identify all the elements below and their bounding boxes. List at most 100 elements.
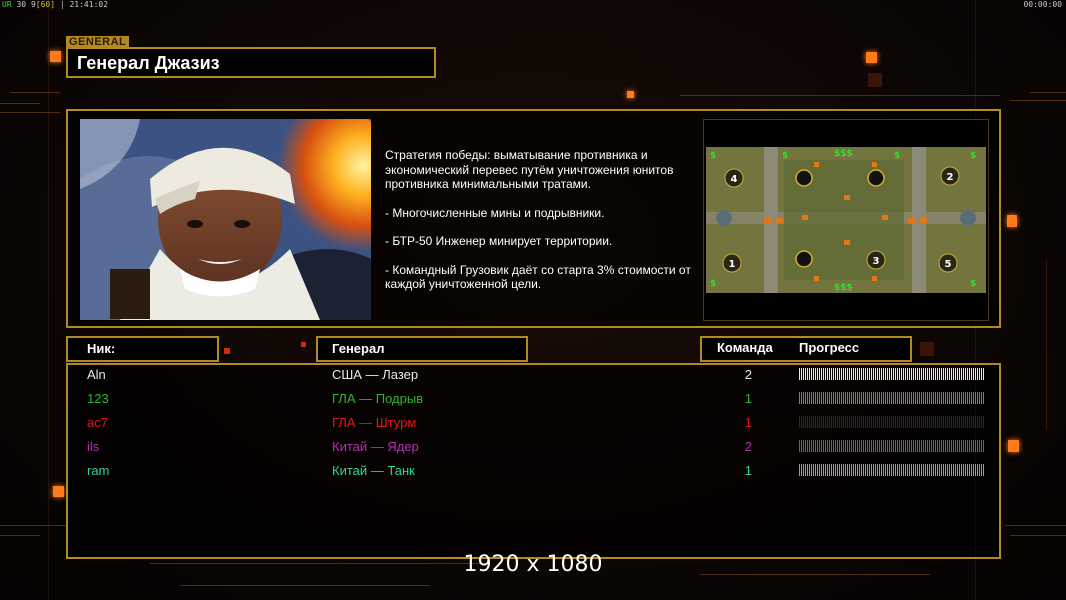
player-row: ram Китай — Танк 1	[0, 460, 1066, 484]
progress-stripe	[937, 440, 938, 452]
progress-stripe	[855, 392, 856, 404]
money-label: $	[710, 151, 716, 161]
progress-stripe	[927, 464, 928, 476]
progress-bar	[799, 392, 984, 404]
progress-stripe	[807, 440, 808, 452]
progress-stripe	[819, 440, 820, 452]
progress-stripe	[825, 368, 826, 380]
progress-stripe	[871, 464, 872, 476]
progress-stripe	[815, 464, 816, 476]
progress-stripe	[905, 464, 906, 476]
progress-stripe	[891, 464, 892, 476]
deco-square	[53, 486, 64, 497]
progress-stripe	[825, 416, 826, 428]
progress-stripe	[885, 440, 886, 452]
progress-stripe	[981, 416, 982, 428]
progress-stripe	[943, 416, 944, 428]
spawn-number: 4	[731, 174, 738, 185]
progress-stripe	[913, 392, 914, 404]
progress-stripe	[835, 464, 836, 476]
progress-stripe	[913, 440, 914, 452]
progress-stripe	[831, 440, 832, 452]
progress-stripe	[899, 392, 900, 404]
progress-stripe	[931, 368, 932, 380]
progress-stripe	[963, 440, 964, 452]
deco-line	[0, 112, 60, 113]
progress-stripe	[981, 368, 982, 380]
progress-stripe	[947, 392, 948, 404]
progress-stripe	[817, 440, 818, 452]
progress-stripe	[841, 392, 842, 404]
progress-stripe	[831, 464, 832, 476]
progress-stripe	[817, 416, 818, 428]
progress-stripe	[873, 368, 874, 380]
deco-line	[1030, 92, 1066, 93]
player-row: 123 ГЛА — Подрыв 1	[0, 388, 1066, 412]
progress-stripe	[809, 368, 810, 380]
progress-stripe	[827, 392, 828, 404]
player-general: Китай — Танк	[332, 463, 415, 478]
progress-stripe	[829, 368, 830, 380]
progress-stripe	[981, 464, 982, 476]
progress-stripe	[865, 416, 866, 428]
deco-line	[1010, 535, 1066, 536]
progress-stripe	[799, 440, 800, 452]
progress-stripe	[851, 440, 852, 452]
progress-stripe	[847, 392, 848, 404]
progress-stripe	[891, 440, 892, 452]
progress-stripe	[863, 440, 864, 452]
progress-stripe	[813, 392, 814, 404]
progress-stripe	[839, 368, 840, 380]
progress-stripe	[823, 368, 824, 380]
progress-stripe	[825, 392, 826, 404]
progress-stripe	[893, 368, 894, 380]
progress-stripe	[927, 440, 928, 452]
progress-stripe	[899, 368, 900, 380]
money-label: $	[970, 151, 976, 161]
progress-stripe	[811, 392, 812, 404]
progress-stripe	[915, 464, 916, 476]
progress-stripe	[845, 392, 846, 404]
progress-stripe	[887, 440, 888, 452]
progress-stripe	[931, 464, 932, 476]
progress-stripe	[889, 392, 890, 404]
player-nick: Aln	[87, 367, 106, 382]
progress-stripe	[925, 440, 926, 452]
progress-stripe	[953, 368, 954, 380]
progress-stripe	[975, 440, 976, 452]
progress-stripe	[861, 464, 862, 476]
deco-line	[0, 103, 40, 104]
progress-stripe	[903, 416, 904, 428]
progress-stripe	[839, 464, 840, 476]
progress-stripe	[885, 464, 886, 476]
progress-stripe	[889, 416, 890, 428]
progress-stripe	[853, 392, 854, 404]
progress-stripe	[851, 464, 852, 476]
progress-stripe	[873, 464, 874, 476]
progress-stripe	[961, 464, 962, 476]
progress-stripe	[821, 368, 822, 380]
progress-stripe	[817, 368, 818, 380]
progress-stripe	[861, 368, 862, 380]
progress-stripe	[955, 392, 956, 404]
progress-stripe	[849, 440, 850, 452]
progress-stripe	[857, 440, 858, 452]
progress-stripe	[973, 368, 974, 380]
player-row: ils Китай — Ядер 2	[0, 436, 1066, 460]
progress-stripe	[837, 440, 838, 452]
progress-stripe	[925, 464, 926, 476]
progress-stripe	[977, 368, 978, 380]
progress-stripe	[853, 440, 854, 452]
progress-stripe	[855, 368, 856, 380]
progress-stripe	[957, 392, 958, 404]
progress-stripe	[961, 440, 962, 452]
progress-stripe	[799, 392, 800, 404]
progress-stripe	[907, 416, 908, 428]
portrait-art-icon	[80, 119, 371, 320]
progress-stripe	[833, 368, 834, 380]
progress-stripe	[817, 464, 818, 476]
progress-stripe	[803, 464, 804, 476]
progress-stripe	[915, 368, 916, 380]
progress-stripe	[959, 464, 960, 476]
progress-stripe	[823, 440, 824, 452]
